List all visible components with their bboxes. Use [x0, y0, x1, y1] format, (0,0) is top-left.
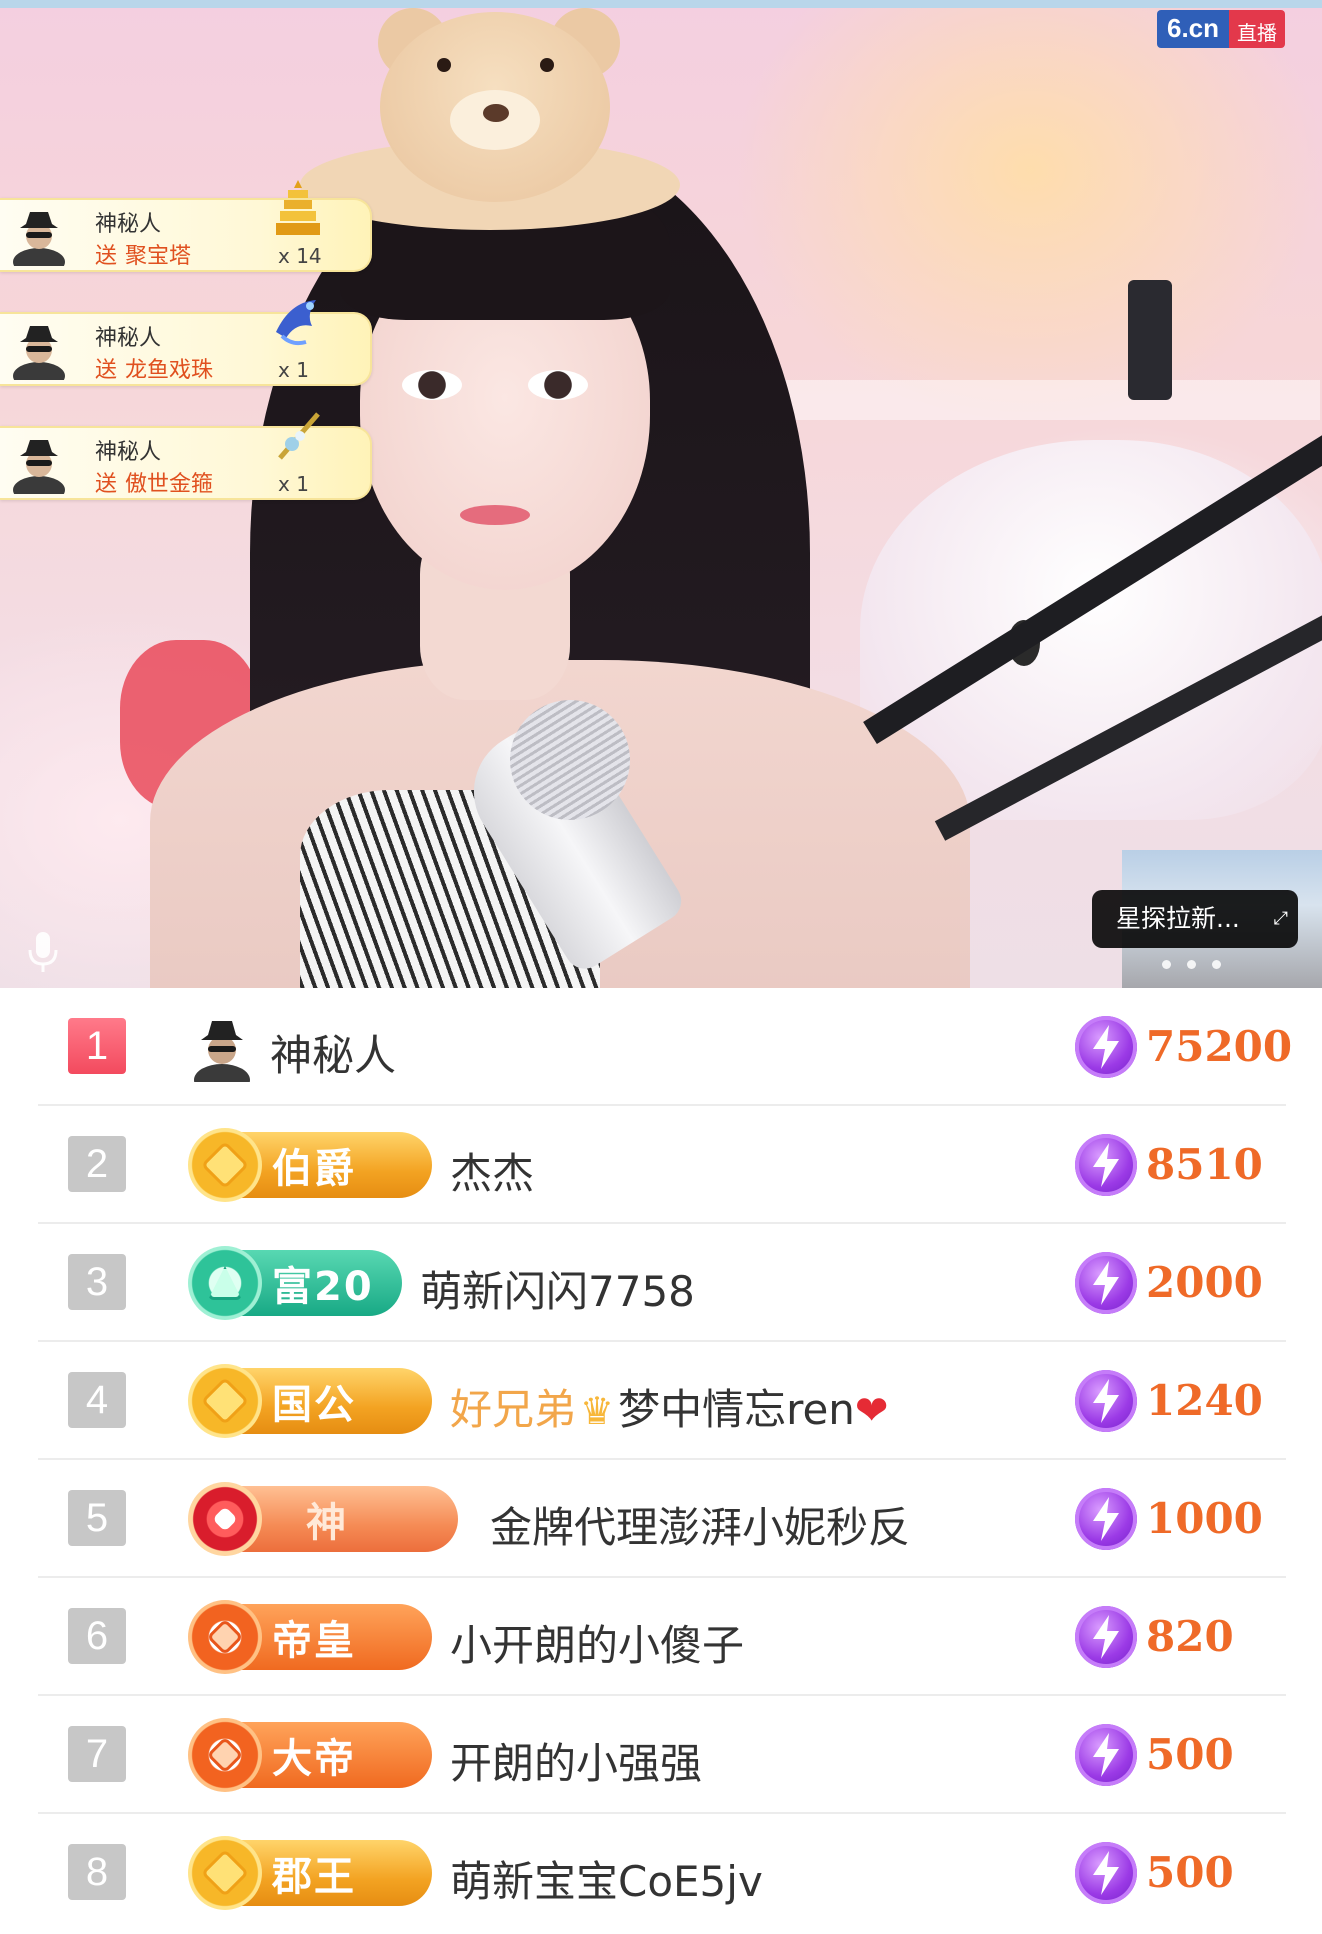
gift-notification: 神秘人 送傲世金箍 x 1 [0, 412, 372, 500]
anonymous-avatar-icon [194, 1021, 250, 1082]
bear-nose [483, 104, 509, 122]
rank-number: 2 [68, 1136, 126, 1192]
gift-count: x 1 [278, 472, 309, 496]
ranking-username: 开朗的小强强 [450, 1739, 703, 1788]
ranking-username: 萌新闪闪7758 [420, 1267, 695, 1316]
expand-icon[interactable]: ⤢ [1274, 890, 1288, 948]
gift-notification: 神秘人 送聚宝塔 x 14 [0, 180, 372, 272]
username-prefix: 好兄弟 [450, 1385, 577, 1434]
contribution-amount: 500 [1146, 1730, 1234, 1779]
lightning-coin-icon [1075, 1134, 1137, 1196]
lightning-coin-icon [1075, 1488, 1137, 1550]
ranking-row[interactable]: 3 富20 萌新闪闪7758 2000 [38, 1224, 1286, 1342]
bear-eye [540, 58, 554, 72]
golden-staff-icon [278, 412, 320, 460]
lightning-coin-icon [1075, 1842, 1137, 1904]
badge-gem-icon [188, 1128, 262, 1202]
crown-icon: ♛ [580, 1389, 615, 1433]
gift-sender-name: 神秘人 [95, 212, 162, 237]
lightning-coin-icon [1075, 1016, 1137, 1078]
more-dots-icon[interactable] [1162, 960, 1221, 969]
rank-number: 7 [68, 1726, 126, 1782]
contribution-amount: 8510 [1146, 1140, 1263, 1189]
rank-number: 5 [68, 1490, 126, 1546]
noble-badge: 神 [188, 1482, 458, 1556]
ranking-row[interactable]: 8 郡王 萌新宝宝CoE5jv 500 [38, 1814, 1286, 1932]
lightning-coin-icon [1075, 1724, 1137, 1786]
logo-domain: 6.cn [1157, 10, 1230, 48]
gift-action: 送聚宝塔 [95, 244, 192, 269]
gift-sender-name: 神秘人 [95, 440, 162, 465]
noble-badge: 帝皇 [188, 1600, 432, 1674]
anonymous-avatar-icon [13, 212, 65, 266]
lightning-coin-icon [1075, 1606, 1137, 1668]
rank-number: 1 [68, 1018, 126, 1074]
lightning-coin-icon [1075, 1252, 1137, 1314]
noble-badge: 大帝 [188, 1718, 432, 1792]
streamer-eye [528, 370, 588, 400]
gift-action: 送龙鱼戏珠 [95, 358, 214, 383]
ranking-row[interactable]: 2 伯爵 杰杰 8510 [38, 1106, 1286, 1224]
contribution-amount: 75200 [1146, 1022, 1293, 1071]
gift-count: x 1 [278, 358, 309, 382]
badge-gem-icon [188, 1836, 262, 1910]
ranking-row[interactable]: 6 帝皇 小开朗的小傻子 820 [38, 1578, 1286, 1696]
ranking-username: 小开朗的小傻子 [450, 1621, 745, 1670]
gift-action: 送傲世金箍 [95, 472, 214, 497]
ranking-username: 萌新宝宝CoE5jv [450, 1857, 763, 1906]
wealth-level-badge: 富20 [188, 1246, 402, 1320]
ranking-row[interactable]: 7 大帝 开朗的小强强 500 [38, 1696, 1286, 1814]
noble-badge: 国公 [188, 1364, 432, 1438]
platform-logo: 6.cn 直播 [1157, 10, 1286, 48]
rank-number: 6 [68, 1608, 126, 1664]
badge-gem-icon [188, 1718, 262, 1792]
top-strip [0, 0, 1322, 8]
rank-number: 8 [68, 1844, 126, 1900]
badge-gem-icon [188, 1600, 262, 1674]
dragon-fish-icon [276, 300, 316, 346]
contribution-amount: 1000 [1146, 1494, 1263, 1543]
bear-eye [437, 58, 451, 72]
microphone-icon[interactable] [24, 930, 62, 976]
heart-icon: ❤ [854, 1388, 889, 1434]
gift-sender-name: 神秘人 [95, 326, 162, 351]
contribution-amount: 820 [1146, 1612, 1234, 1661]
badge-gem-icon [188, 1246, 262, 1320]
badge-gem-icon [188, 1364, 262, 1438]
background-shelf [720, 380, 1320, 420]
ranking-row[interactable]: 4 国公 好兄弟 ♛梦中情忘ren❤ 1240 [38, 1342, 1286, 1460]
anonymous-avatar-icon [13, 326, 65, 380]
ranking-username: 金牌代理澎湃小妮秒反 [490, 1503, 911, 1552]
background-object [1128, 280, 1172, 400]
anonymous-avatar-icon [13, 440, 65, 494]
noble-badge: 伯爵 [188, 1128, 432, 1202]
gift-notification: 神秘人 送龙鱼戏珠 x 1 [0, 300, 372, 386]
logo-live: 直播 [1229, 10, 1286, 48]
contribution-amount: 2000 [1146, 1258, 1263, 1307]
ranking-username: 神秘人 [270, 1031, 397, 1080]
badge-gem-icon [188, 1482, 262, 1556]
streamer-lips [460, 505, 530, 525]
ranking-row[interactable]: 1 神秘人 75200 [38, 988, 1292, 1106]
ranking-username: 杰杰 [450, 1149, 535, 1198]
contribution-amount: 500 [1146, 1848, 1234, 1897]
gift-count: x 14 [278, 244, 322, 268]
contribution-ranking-list: 1 神秘人 75200 2 伯爵 杰杰 8510 3 富20 萌新闪闪7758 … [0, 988, 1322, 1934]
rank-number: 3 [68, 1254, 126, 1310]
lightning-coin-icon [1075, 1370, 1137, 1432]
mini-player-title-text: 星探拉新... [1116, 904, 1240, 933]
rank-number: 4 [68, 1372, 126, 1428]
noble-badge: 郡王 [188, 1836, 432, 1910]
ranking-username: 好兄弟 ♛梦中情忘ren❤ [450, 1385, 889, 1434]
contribution-amount: 1240 [1146, 1376, 1263, 1425]
live-video[interactable]: 6.cn 直播 神秘人 送聚宝塔 x 14 神秘人 送龙鱼戏珠 x 1 神秘人 … [0, 0, 1322, 988]
mini-player-title[interactable]: 星探拉新... ⤢ [1092, 890, 1298, 948]
ranking-row[interactable]: 5 神 金牌代理澎湃小妮秒反 1000 [38, 1460, 1286, 1578]
streamer-eye [402, 370, 462, 400]
pagoda-icon [276, 180, 320, 235]
